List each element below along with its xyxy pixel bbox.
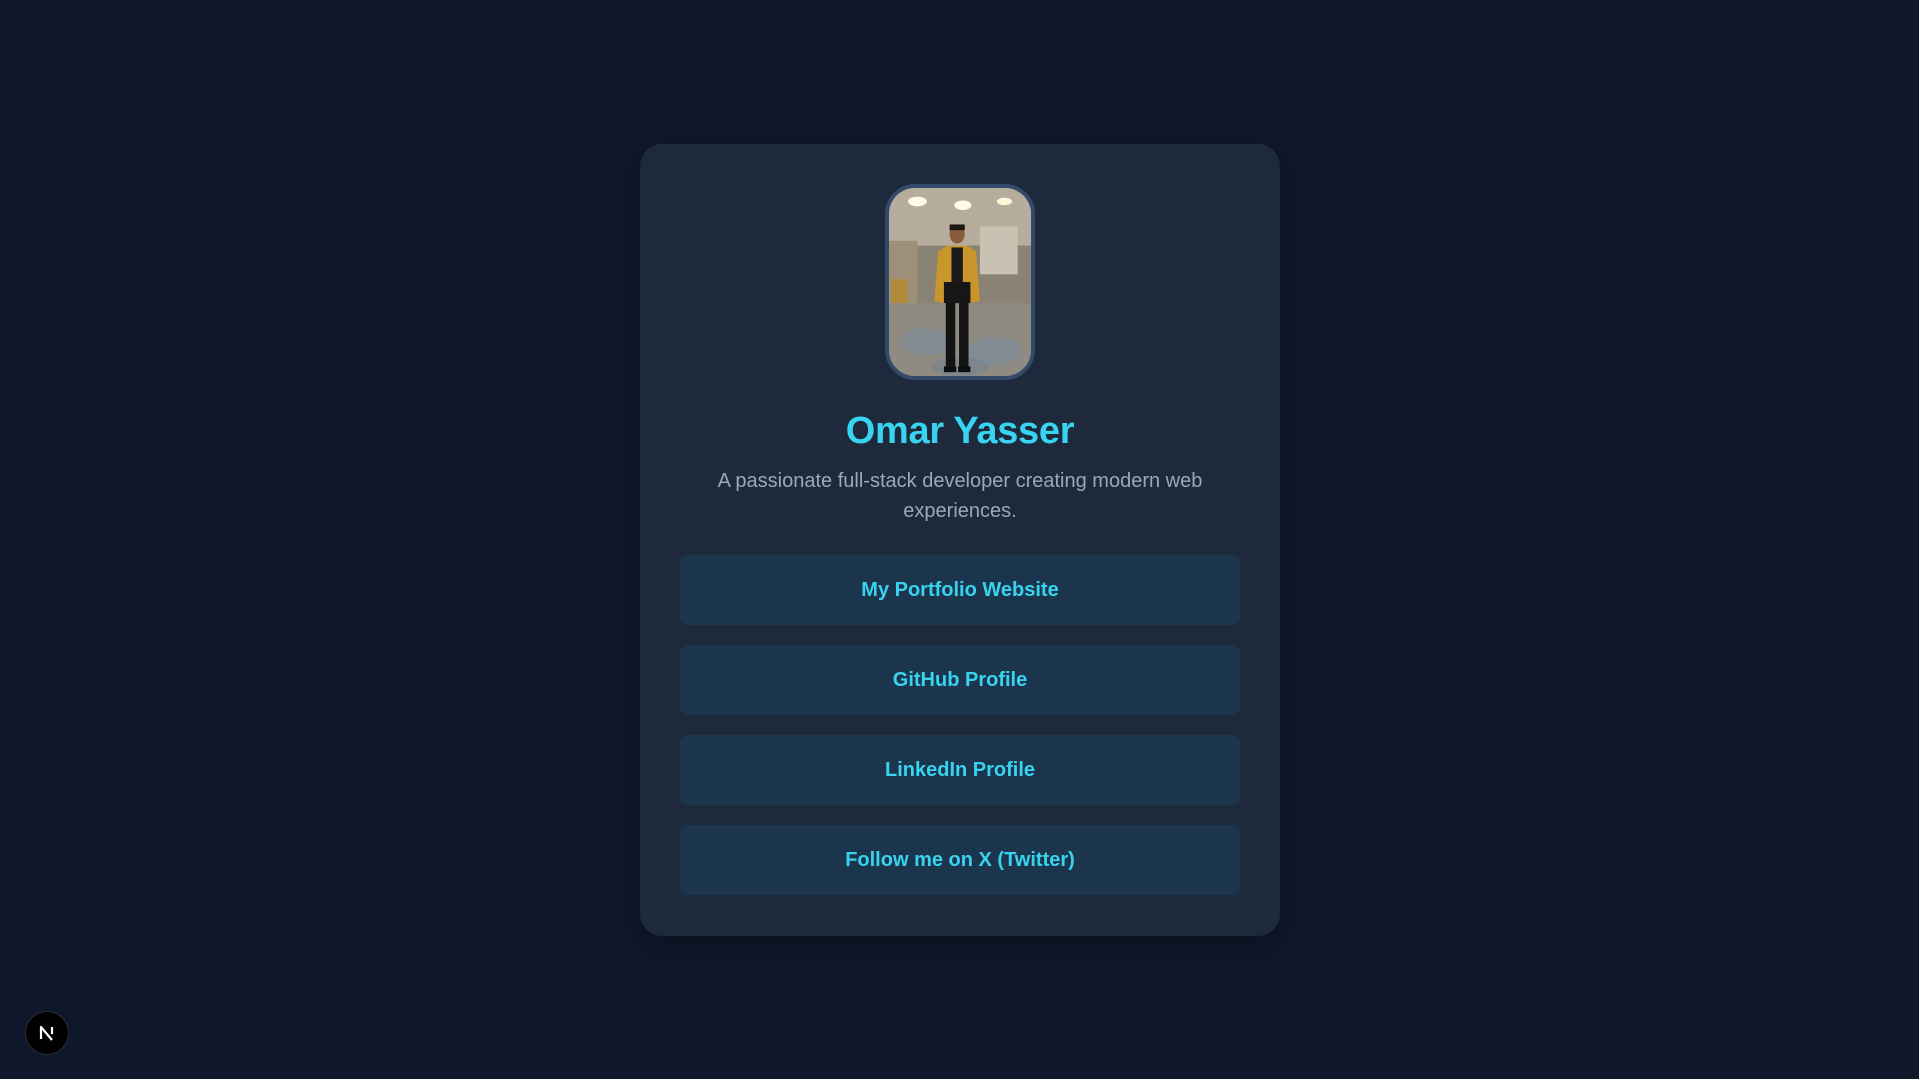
nextjs-logo-icon: [39, 1025, 54, 1041]
profile-photo-image: [889, 188, 1031, 376]
profile-photo: [885, 184, 1035, 380]
portfolio-link-button[interactable]: My Portfolio Website: [680, 555, 1240, 625]
link-list: My Portfolio Website GitHub Profile Link…: [680, 555, 1240, 915]
nextjs-dev-indicator[interactable]: [25, 1011, 69, 1055]
profile-name: Omar Yasser: [845, 410, 1075, 452]
linkedin-link-button[interactable]: LinkedIn Profile: [680, 735, 1240, 805]
github-link-button[interactable]: GitHub Profile: [680, 645, 1240, 715]
profile-bio: A passionate full-stack developer creati…: [717, 470, 1203, 522]
page: Omar Yasser A passionate full-stack deve…: [0, 0, 1919, 1079]
profile-card: Omar Yasser A passionate full-stack deve…: [640, 144, 1280, 936]
twitter-link-button[interactable]: Follow me on X (Twitter): [680, 825, 1240, 895]
